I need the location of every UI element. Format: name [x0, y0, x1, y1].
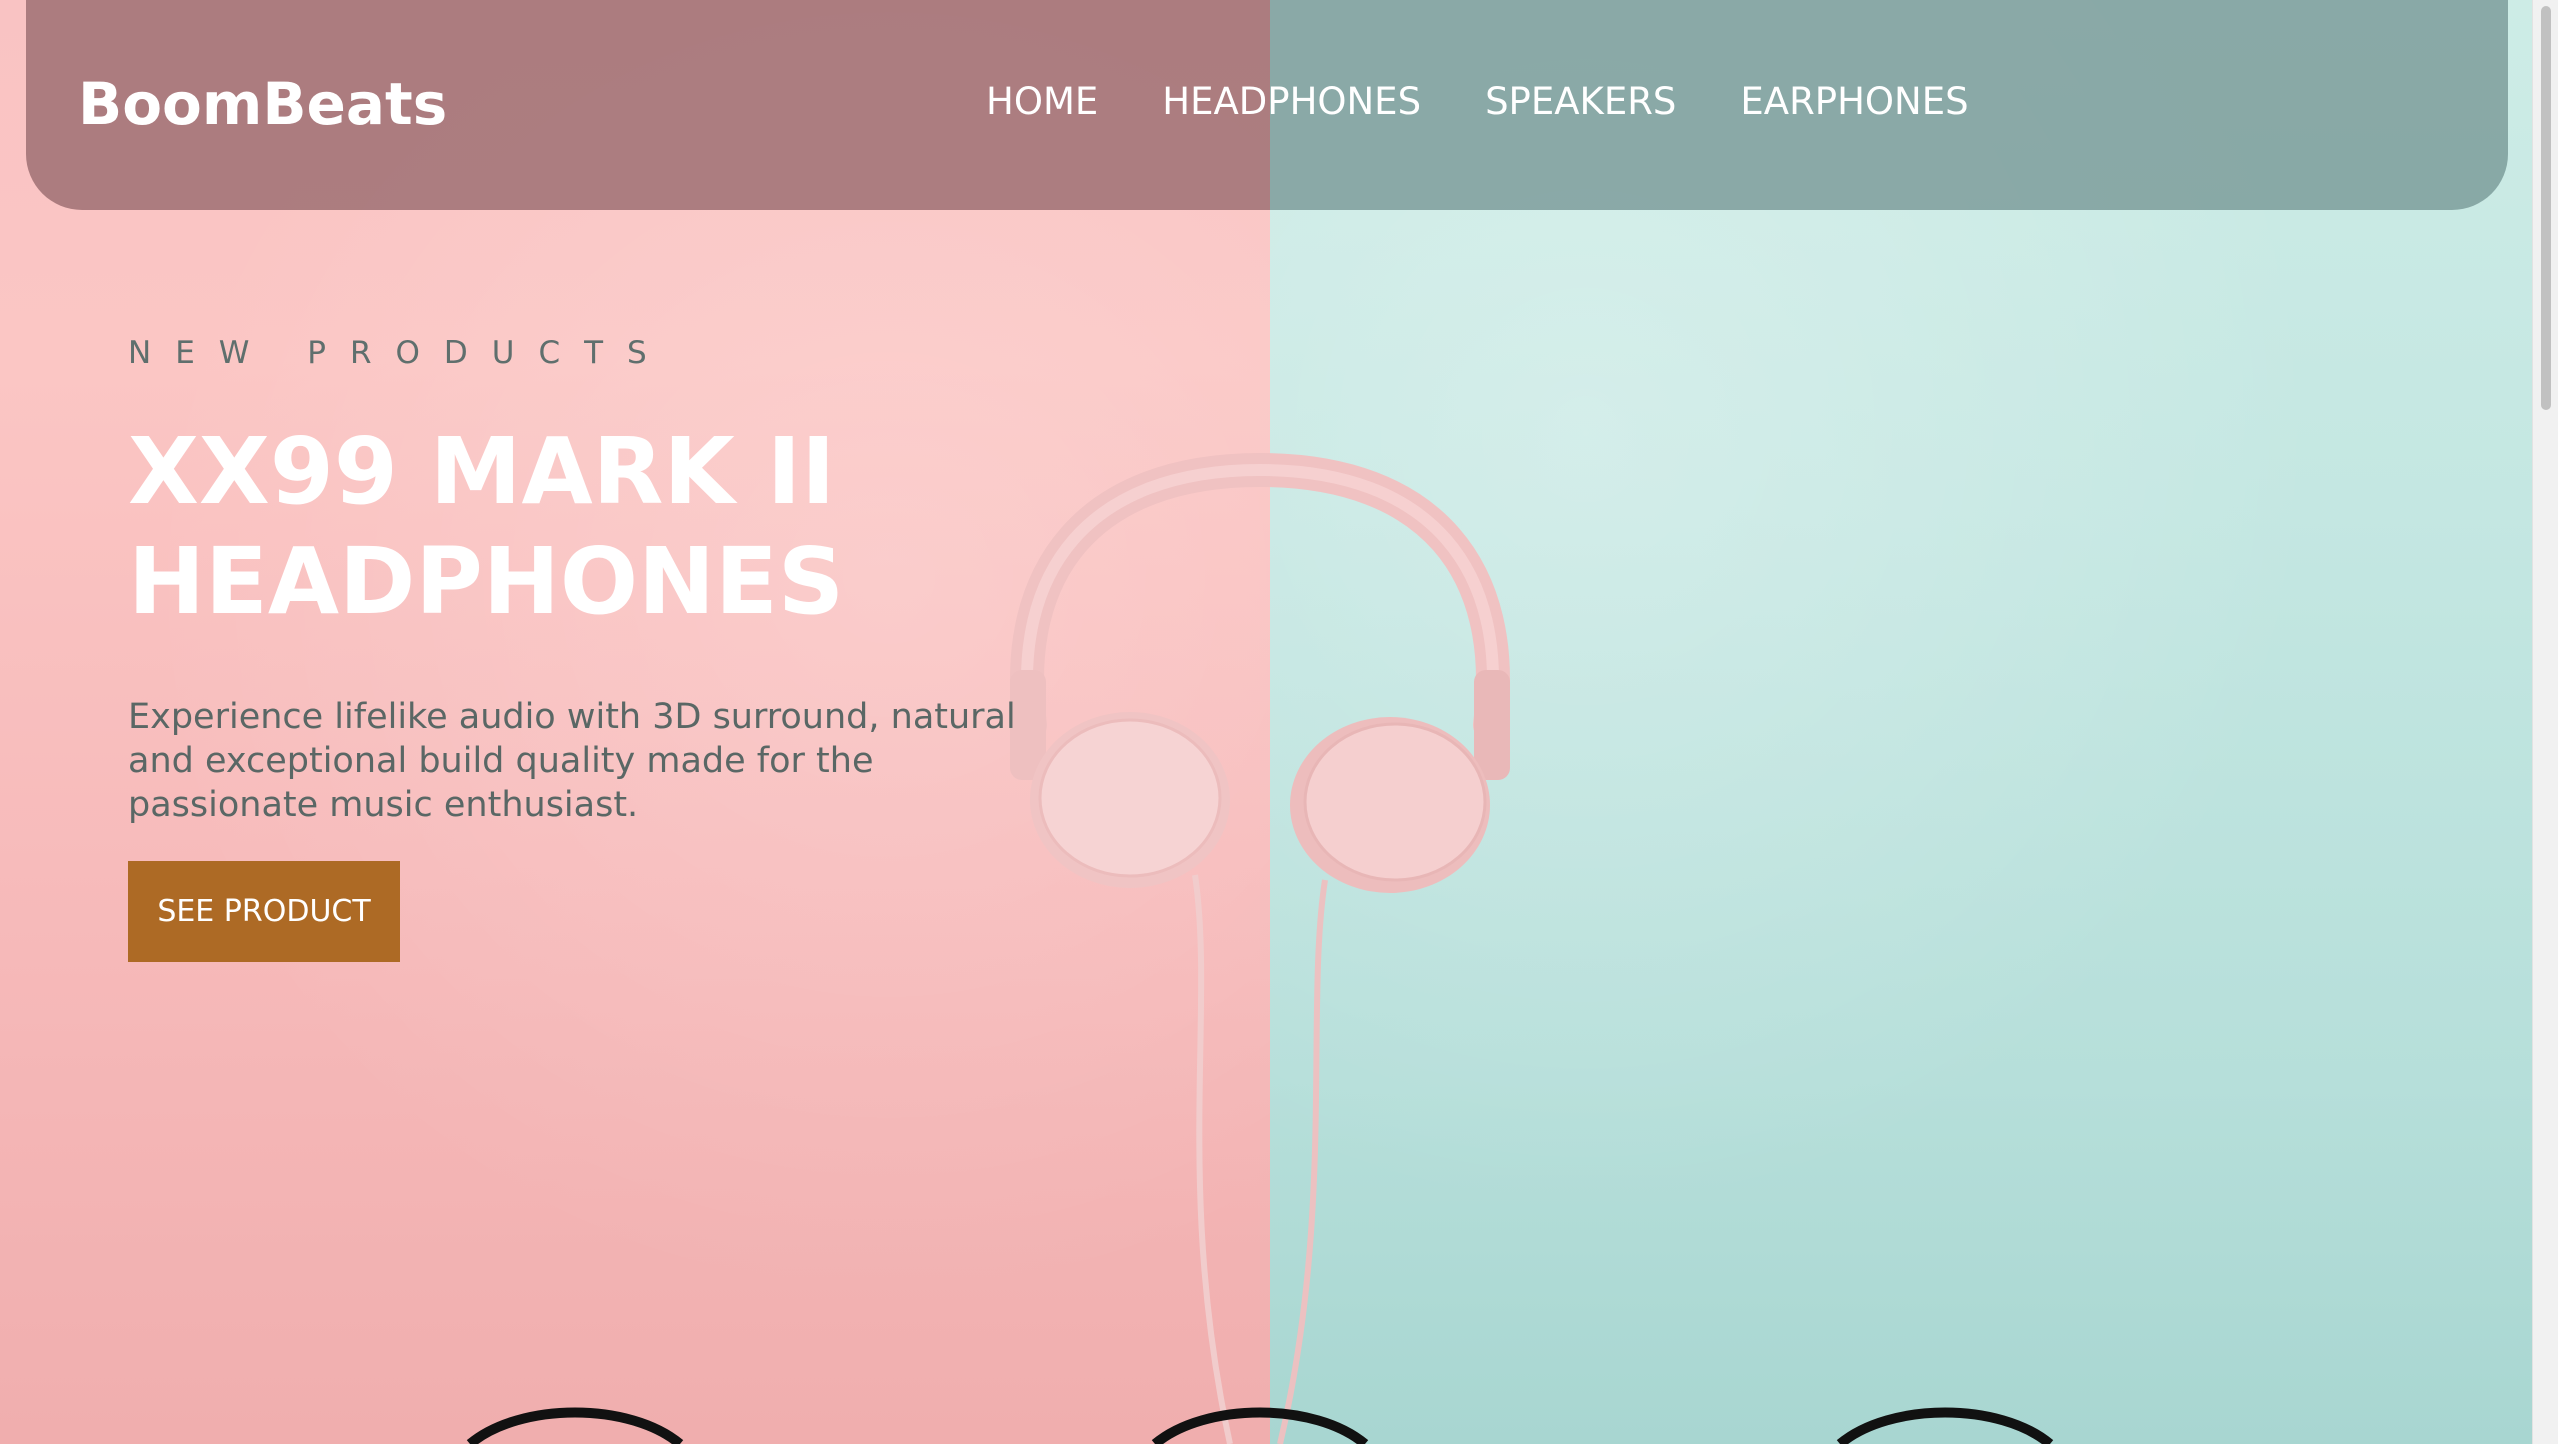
product-preview-arcs [466, 1407, 2054, 1444]
main-nav: HOME HEADPHONES SPEAKERS EARPHONES [986, 80, 1969, 123]
hero-title-line1: XX99 MARK II [128, 418, 836, 525]
brand-logo[interactable]: BoomBeats [78, 70, 447, 138]
hero-title: XX99 MARK II HEADPHONES [128, 417, 1028, 637]
page-viewport: NEW PRODUCTS XX99 MARK II HEADPHONES Exp… [0, 0, 2532, 1444]
hero-eyebrow: NEW PRODUCTS [128, 335, 671, 371]
scrollbar-thumb[interactable] [2541, 6, 2551, 410]
hero-description: Experience lifelike audio with 3D surrou… [128, 697, 1016, 825]
vertical-scrollbar[interactable] [2532, 0, 2558, 1444]
headphones-icon [1010, 452, 1510, 1444]
nav-link-home[interactable]: HOME [986, 80, 1098, 123]
nav-link-earphones[interactable]: EARPHONES [1740, 80, 1968, 123]
hero-title-line2: HEADPHONES [128, 528, 845, 635]
navbar: BoomBeats HOME HEADPHONES SPEAKERS EARPH… [26, 0, 2508, 210]
nav-link-speakers[interactable]: SPEAKERS [1485, 80, 1676, 123]
nav-link-headphones[interactable]: HEADPHONES [1162, 80, 1421, 123]
hero-content: NEW PRODUCTS XX99 MARK II HEADPHONES Exp… [128, 335, 1028, 962]
see-product-button[interactable]: SEE PRODUCT [128, 861, 400, 962]
